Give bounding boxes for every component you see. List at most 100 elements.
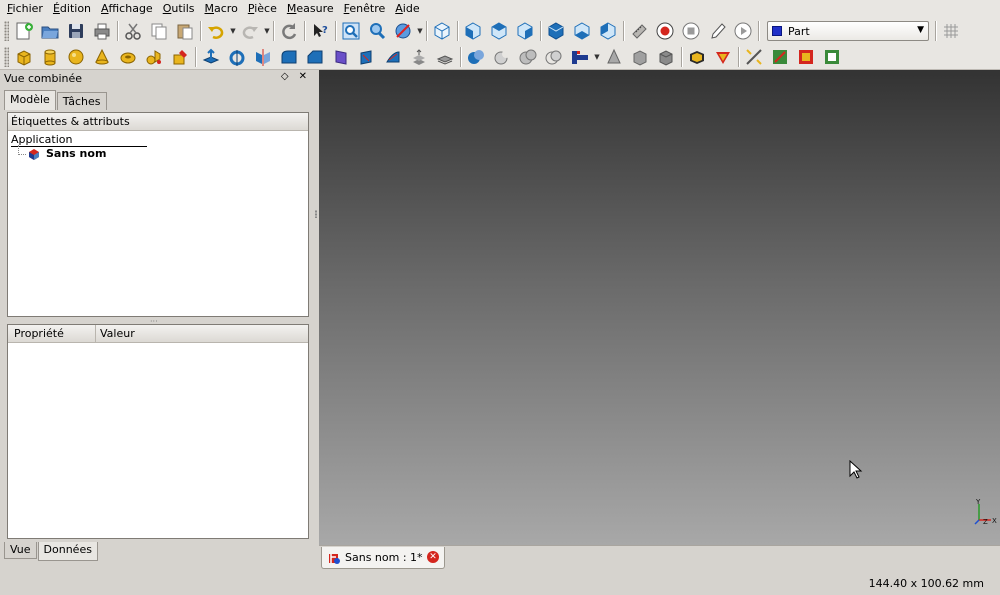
part-sphere-icon[interactable] [63, 45, 89, 69]
print-icon[interactable] [89, 19, 115, 43]
part-cylinder-icon[interactable] [37, 45, 63, 69]
part-chamfer-icon[interactable] [302, 45, 328, 69]
whats-this-icon[interactable]: ? [307, 19, 333, 43]
part-shape-builder-icon[interactable] [167, 45, 193, 69]
macro-record-icon[interactable] [652, 19, 678, 43]
menu-edit[interactable]: Édition [48, 0, 96, 18]
part-check-geometry-icon[interactable] [627, 45, 653, 69]
part-loft-icon[interactable] [380, 45, 406, 69]
part-offset-icon[interactable] [710, 45, 736, 69]
toolbar-separator [273, 21, 274, 41]
menu-help[interactable]: Aide [390, 0, 424, 18]
part-mirror-icon[interactable] [250, 45, 276, 69]
toolbar-separator [460, 46, 461, 67]
part-box-icon[interactable] [11, 45, 37, 69]
part-extrude-icon[interactable] [198, 45, 224, 69]
menu-view[interactable]: Affichage [96, 0, 158, 18]
close-icon[interactable]: ✕ [299, 71, 307, 82]
part-section-icon[interactable] [432, 45, 458, 69]
part-common-icon[interactable] [541, 45, 567, 69]
draw-style-dropdown-icon[interactable]: ▼ [416, 27, 424, 35]
tree-root-application[interactable]: Application [11, 133, 147, 147]
part-thickness-icon[interactable] [684, 45, 710, 69]
workbench-selector[interactable]: Part ▼ [767, 21, 929, 41]
toolbar-separator [304, 21, 305, 41]
combo-view-title: Vue combinée [4, 72, 83, 85]
open-folder-icon[interactable] [37, 19, 63, 43]
part-primitives-icon[interactable] [141, 45, 167, 69]
property-editor[interactable]: Propriété Valeur [7, 324, 309, 539]
view-front-icon[interactable] [460, 19, 486, 43]
macro-execute-icon[interactable] [730, 19, 756, 43]
fit-selection-icon[interactable] [364, 19, 390, 43]
part-fillet-icon[interactable] [276, 45, 302, 69]
menu-part[interactable]: Pièce [243, 0, 282, 18]
tree-view[interactable]: Étiquettes & attributs Application Sans … [7, 112, 309, 317]
part-sweep-icon[interactable] [406, 45, 432, 69]
part-make-face-icon[interactable] [328, 45, 354, 69]
measure-linear-icon[interactable] [741, 45, 767, 69]
view-bottom-icon[interactable] [569, 19, 595, 43]
toolbar-separator [758, 21, 759, 41]
copy-icon[interactable] [146, 19, 172, 43]
close-tab-icon[interactable]: ✕ [427, 551, 439, 563]
part-compound-tools-icon[interactable] [601, 45, 627, 69]
value-column-header[interactable]: Valeur [96, 325, 135, 342]
3d-viewport[interactable]: Y X Z [319, 70, 1000, 545]
part-join-features-icon[interactable] [567, 45, 593, 69]
toolbar-grip[interactable] [4, 21, 9, 41]
tab-model[interactable]: Modèle [4, 90, 56, 110]
fit-all-icon[interactable] [338, 19, 364, 43]
redo-icon[interactable] [237, 19, 263, 43]
grid-icon[interactable] [938, 19, 964, 43]
redo-dropdown-icon[interactable]: ▼ [263, 27, 271, 35]
save-icon[interactable] [63, 19, 89, 43]
part-workbench-icon [772, 26, 782, 36]
view-right-icon[interactable] [512, 19, 538, 43]
part-ruled-surface-icon[interactable] [354, 45, 380, 69]
property-column-header[interactable]: Propriété [8, 325, 96, 342]
view-rear-icon[interactable] [543, 19, 569, 43]
document-tab[interactable]: Sans nom : 1* ✕ [321, 547, 445, 569]
part-cut-icon[interactable] [489, 45, 515, 69]
menu-window[interactable]: Fenêtre [339, 0, 391, 18]
menu-file[interactable]: Fichier [2, 0, 48, 18]
part-fuse-icon[interactable] [515, 45, 541, 69]
float-icon[interactable]: ◇ [281, 71, 289, 82]
view-left-icon[interactable] [595, 19, 621, 43]
measure-angular-icon[interactable] [767, 45, 793, 69]
new-document-icon[interactable] [11, 19, 37, 43]
draw-style-icon[interactable] [390, 19, 416, 43]
measure-distance-icon[interactable] [626, 19, 652, 43]
cut-icon[interactable] [120, 19, 146, 43]
view-isometric-icon[interactable] [429, 19, 455, 43]
macro-edit-icon[interactable] [704, 19, 730, 43]
part-boolean-icon[interactable] [463, 45, 489, 69]
tab-data-properties[interactable]: Données [37, 542, 98, 561]
toolbar-grip[interactable] [4, 46, 9, 67]
macro-stop-icon[interactable] [678, 19, 704, 43]
view-top-icon[interactable] [486, 19, 512, 43]
axis-cross-icon: Y X Z [974, 498, 997, 526]
part-torus-icon[interactable] [115, 45, 141, 69]
undo-icon[interactable] [203, 19, 229, 43]
toolbar-separator [335, 21, 336, 41]
join-dropdown-icon[interactable]: ▼ [593, 53, 601, 61]
menu-tools[interactable]: Outils [158, 0, 200, 18]
tab-tasks[interactable]: Tâches [56, 92, 107, 110]
measure-refresh-icon[interactable] [793, 45, 819, 69]
part-defeaturing-icon[interactable] [653, 45, 679, 69]
undo-dropdown-icon[interactable]: ▼ [229, 27, 237, 35]
paste-icon[interactable] [172, 19, 198, 43]
measure-clear-icon[interactable] [819, 45, 845, 69]
toolbar-separator [200, 21, 201, 41]
tree-item-document[interactable]: Sans nom [28, 147, 106, 160]
menu-macro[interactable]: Macro [200, 0, 243, 18]
axis-y-label: Y [975, 498, 981, 506]
menu-measure[interactable]: Measure [282, 0, 339, 18]
tab-view-properties[interactable]: Vue [4, 542, 37, 559]
refresh-icon[interactable] [276, 19, 302, 43]
part-revolve-icon[interactable] [224, 45, 250, 69]
part-cone-icon[interactable] [89, 45, 115, 69]
axis-z-label: Z [983, 518, 988, 526]
